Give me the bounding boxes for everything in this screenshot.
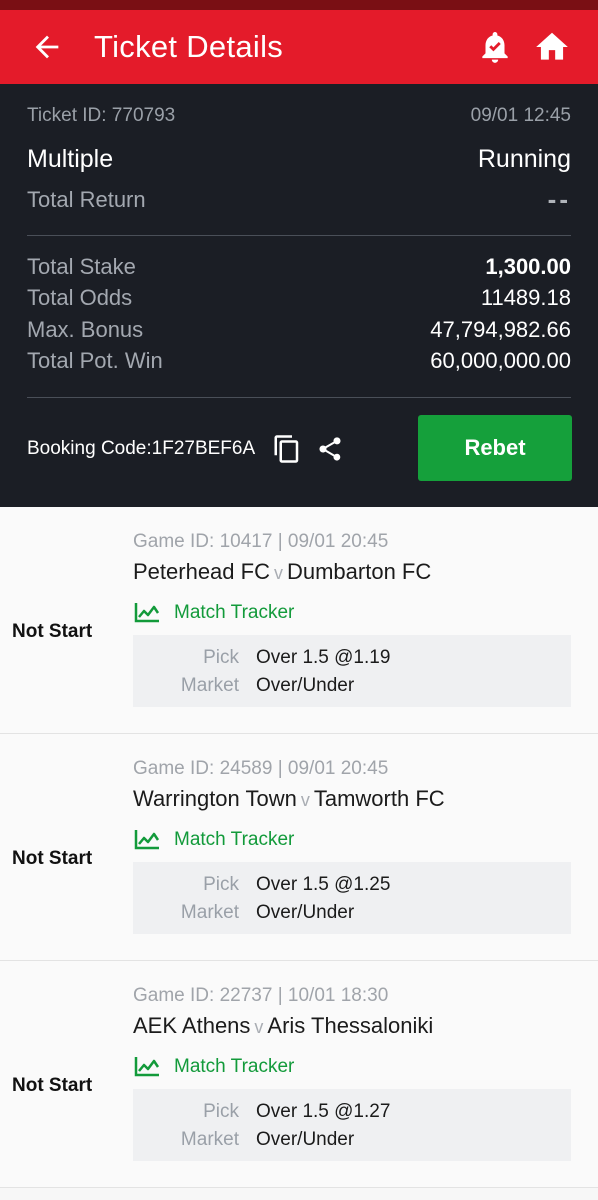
match-tracker-link[interactable]: Match Tracker [133, 599, 294, 627]
divider [27, 397, 571, 398]
pick-value: Over 1.5 @1.27 [256, 1101, 391, 1122]
pick-label: Pick [203, 874, 239, 895]
chart-line-icon [134, 603, 160, 623]
versus: v [273, 563, 283, 583]
ticket-datetime: 09/01 12:45 [470, 105, 571, 126]
away-team: Tamworth FC [313, 786, 445, 811]
pick-details: Pick Over 1.5 @1.19 Market Over/Under [133, 635, 571, 707]
ticket-summary: Ticket ID: 770793 09/01 12:45 Multiple R… [0, 84, 598, 507]
match-tracker-link[interactable]: Match Tracker [133, 1053, 294, 1081]
match-tracker-label: Match Tracker [174, 829, 295, 850]
divider [27, 235, 571, 236]
pick-label: Pick [203, 1101, 239, 1122]
match-tracker-label: Match Tracker [174, 602, 295, 623]
game-id: Game ID: 24589 | 09/01 20:45 [133, 758, 389, 779]
home-team: Peterhead FC [133, 559, 270, 584]
game-id: Game ID: 22737 | 10/01 18:30 [133, 985, 389, 1006]
odds-label: Total Odds [27, 285, 133, 310]
match-teams: AEK Athens v Aris Thessaloniki [133, 1013, 433, 1039]
status-strip [0, 0, 598, 10]
bonus-value: 47,794,982.66 [430, 317, 571, 342]
notification-bell-icon[interactable] [476, 28, 514, 66]
stake-value: 1,300.00 [485, 254, 571, 279]
copy-icon[interactable] [272, 433, 302, 465]
match-status: Not Start [12, 848, 93, 869]
ticket-id: Ticket ID: 770793 [27, 105, 176, 126]
chart-line-icon [134, 1057, 160, 1077]
ticket-status: Running [477, 145, 571, 173]
total-return-value: -- [547, 184, 571, 214]
market-label: Market [180, 1129, 239, 1150]
stake-label: Total Stake [27, 254, 136, 279]
app-bar: Ticket Details [0, 10, 598, 84]
versus: v [254, 1017, 264, 1037]
selection-item: Not Start Game ID: 24589 | 09/01 20:45 W… [0, 734, 598, 961]
pick-details: Pick Over 1.5 @1.27 Market Over/Under [133, 1089, 571, 1161]
share-icon[interactable] [316, 434, 344, 464]
market-value: Over/Under [256, 1129, 355, 1150]
home-team: AEK Athens [133, 1013, 251, 1038]
pot-win-label: Total Pot. Win [27, 348, 163, 373]
market-label: Market [180, 675, 239, 696]
back-arrow-icon[interactable] [30, 30, 64, 64]
market-label: Market [180, 902, 239, 923]
odds-value: 11489.18 [480, 285, 571, 310]
pick-details: Pick Over 1.5 @1.25 Market Over/Under [133, 862, 571, 934]
away-team: Dumbarton FC [286, 559, 432, 584]
pick-value: Over 1.5 @1.25 [256, 874, 391, 895]
chart-line-icon [134, 830, 160, 850]
selections-list: Not Start Game ID: 10417 | 09/01 20:45 P… [0, 507, 598, 1188]
pot-win-value: 60,000,000.00 [430, 348, 571, 373]
home-icon[interactable] [533, 28, 571, 66]
total-return-label: Total Return [27, 187, 146, 212]
market-value: Over/Under [256, 675, 355, 696]
versus: v [300, 790, 310, 810]
match-status: Not Start [12, 621, 93, 642]
match-tracker-link[interactable]: Match Tracker [133, 826, 294, 854]
pick-value: Over 1.5 @1.19 [256, 647, 391, 668]
page-title: Ticket Details [94, 29, 284, 64]
match-status: Not Start [12, 1075, 93, 1096]
bet-type: Multiple [27, 145, 114, 173]
away-team: Aris Thessaloniki [267, 1013, 434, 1038]
game-id: Game ID: 10417 | 09/01 20:45 [133, 531, 389, 552]
bonus-label: Max. Bonus [27, 317, 144, 342]
pick-label: Pick [203, 647, 239, 668]
rebet-button[interactable]: Rebet [418, 415, 572, 481]
match-tracker-label: Match Tracker [174, 1056, 295, 1077]
match-teams: Warrington Town v Tamworth FC [133, 786, 445, 812]
match-teams: Peterhead FC v Dumbarton FC [133, 559, 431, 585]
market-value: Over/Under [256, 902, 355, 923]
selection-item: Not Start Game ID: 22737 | 10/01 18:30 A… [0, 961, 598, 1188]
selection-item: Not Start Game ID: 10417 | 09/01 20:45 P… [0, 507, 598, 734]
booking-code: Booking Code:1F27BEF6A [27, 438, 256, 459]
home-team: Warrington Town [133, 786, 297, 811]
